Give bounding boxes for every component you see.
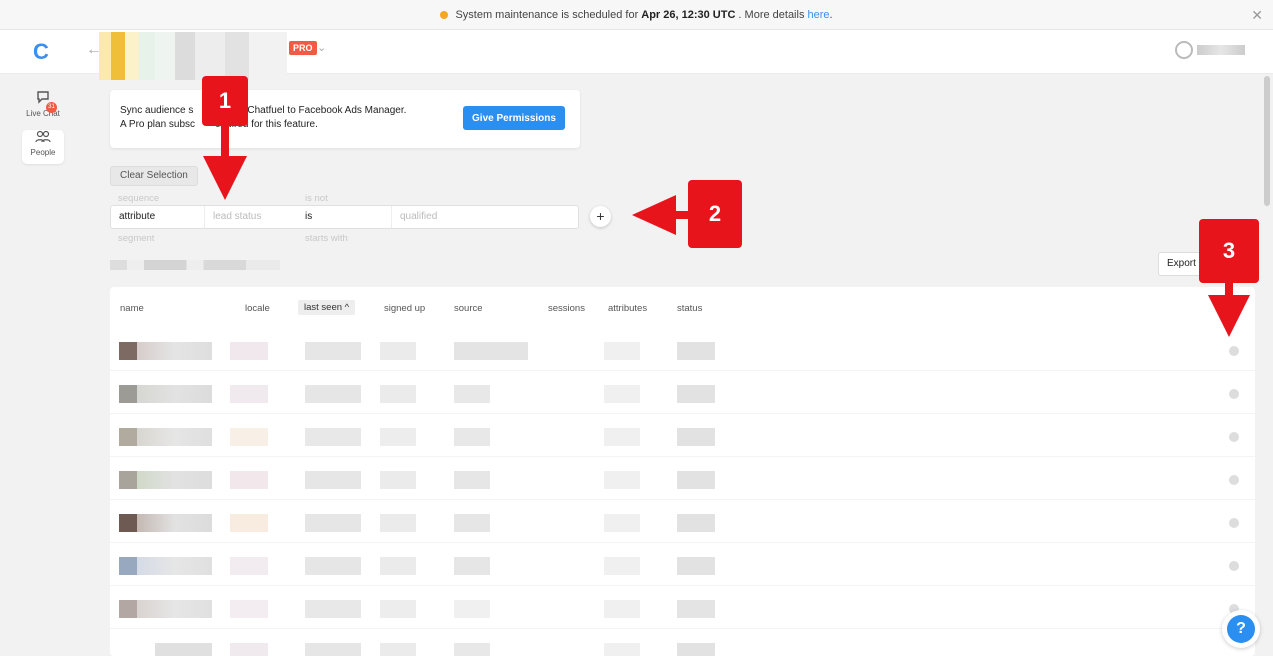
table-row[interactable]	[110, 371, 1255, 414]
row-action-icon[interactable]	[1229, 432, 1239, 442]
suggest-op-top[interactable]: is not	[305, 193, 328, 204]
give-permissions-button[interactable]: Give Permissions	[463, 106, 565, 130]
table-row[interactable]	[110, 586, 1255, 629]
table-row[interactable]	[110, 328, 1255, 371]
banner-link[interactable]: here	[807, 9, 829, 21]
sync-audience-card: Sync audience s rom Chatfuel to Facebook …	[110, 90, 580, 148]
sidebar-item-people[interactable]: People	[22, 130, 64, 164]
row-action-icon[interactable]	[1229, 475, 1239, 485]
callout-3-arrowhead	[1208, 295, 1250, 337]
clear-selection-button[interactable]: Clear Selection	[110, 166, 198, 186]
user-name	[1197, 45, 1245, 55]
user-menu[interactable]	[1175, 41, 1245, 59]
table-row[interactable]	[110, 543, 1255, 586]
filter-value-input[interactable]: qualified	[400, 211, 437, 222]
column-attributes[interactable]: attributes	[608, 303, 647, 314]
row-action-icon[interactable]	[1229, 389, 1239, 399]
bot-name[interactable]	[99, 32, 287, 80]
banner-text-after: . More details	[738, 8, 805, 21]
callout-1-arrow	[221, 126, 229, 158]
scrollbar[interactable]	[1264, 76, 1270, 206]
sidebar-item-label: Live Chat	[26, 109, 60, 118]
filter-attribute-input[interactable]: lead status	[213, 211, 261, 222]
row-action-icon[interactable]	[1229, 346, 1239, 356]
logo[interactable]: C	[33, 39, 49, 65]
banner-text: System maintenance is scheduled for	[455, 8, 639, 21]
sidebar-item-label: People	[30, 148, 56, 157]
column-last-seen[interactable]: last seen ^	[298, 300, 356, 315]
row-action-icon[interactable]	[1229, 518, 1239, 528]
column-status[interactable]: status	[677, 303, 702, 314]
suggest-op-bottom[interactable]: starts with	[305, 233, 348, 244]
callout-2: 2	[688, 180, 742, 248]
live-chat-badge: 31	[46, 102, 57, 113]
suggest-type-top[interactable]: sequence	[118, 193, 159, 204]
chevron-down-icon[interactable]: ⌄	[317, 41, 326, 54]
column-sessions[interactable]: sessions	[548, 303, 585, 314]
callout-1: 1	[202, 76, 248, 126]
column-locale[interactable]: locale	[245, 303, 270, 314]
table-row[interactable]	[110, 629, 1255, 656]
sidebar-item-live-chat[interactable]: 31 Live Chat	[22, 89, 64, 123]
sync-line1-rest: rom Chatfuel to Facebook Ads Manager.	[227, 105, 407, 116]
avatar[interactable]	[1175, 41, 1193, 59]
filter-type-select[interactable]: attribute	[119, 211, 155, 222]
table-row[interactable]	[110, 500, 1255, 543]
column-signed-up[interactable]: signed up	[384, 303, 425, 314]
callout-3: 3	[1199, 219, 1259, 283]
chat-bubble-icon	[22, 89, 64, 109]
callout-2-arrowhead	[632, 195, 676, 235]
banner-date: Apr 26, 12:30 UTC	[641, 8, 736, 21]
sidebar: 31 Live Chat People	[0, 75, 85, 656]
top-bar: C ← PRO ⌄	[0, 30, 1273, 80]
status-dot-icon	[440, 10, 449, 19]
column-name[interactable]: name	[120, 303, 144, 314]
suggest-type-bottom[interactable]: segment	[118, 233, 154, 244]
close-icon[interactable]: ✕	[1251, 7, 1263, 24]
help-icon: ?	[1227, 615, 1255, 643]
row-action-icon[interactable]	[1229, 561, 1239, 571]
callout-2-arrow	[674, 211, 688, 219]
user-count	[110, 260, 280, 270]
callout-1-arrowhead	[203, 156, 247, 200]
pro-badge: PRO	[289, 41, 317, 55]
table-row[interactable]	[110, 414, 1255, 457]
people-icon	[22, 130, 64, 148]
filter-operator-select[interactable]: is	[305, 211, 312, 222]
help-button[interactable]: ?	[1222, 610, 1260, 648]
maintenance-banner: System maintenance is scheduled for Apr …	[0, 0, 1273, 30]
column-source[interactable]: source	[454, 303, 483, 314]
sync-line1: Sync audience s	[120, 105, 194, 116]
people-table: name locale last seen ^ signed up source…	[110, 287, 1255, 656]
sync-line2: A Pro plan subsc	[120, 119, 196, 130]
sync-card-text: Sync audience s rom Chatfuel to Facebook …	[120, 104, 440, 132]
filter-row[interactable]: attribute lead status is qualified	[110, 205, 579, 229]
add-filter-button[interactable]: +	[590, 206, 611, 227]
table-row[interactable]	[110, 457, 1255, 500]
banner-period: .	[829, 8, 833, 21]
